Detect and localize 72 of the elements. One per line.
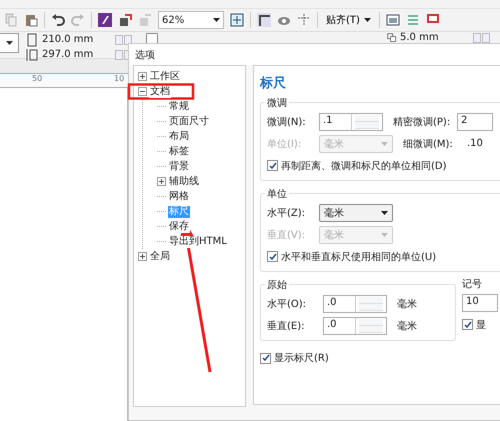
value-text: 毫米 — [397, 320, 417, 332]
expand-icon[interactable] — [138, 72, 147, 81]
tree-item[interactable]: 辅助线 — [168, 176, 200, 188]
checkbox[interactable] — [267, 160, 278, 171]
list-icon[interactable] — [406, 13, 420, 27]
ruler-label: 10 — [114, 74, 124, 83]
checkbox-label: 再制距离、微调和标尺的单位相同(D) — [281, 160, 447, 172]
value-text: .10 — [467, 138, 483, 149]
checkbox[interactable] — [462, 319, 473, 330]
checkbox-label: 显示标尺(R) — [274, 352, 329, 365]
import-icon[interactable] — [118, 13, 132, 27]
window-icon[interactable] — [386, 13, 400, 27]
expand-icon[interactable] — [157, 177, 166, 186]
field-label: 水平(Z): — [267, 206, 306, 220]
tree-item[interactable]: 布局 — [168, 130, 190, 142]
tree-item[interactable]: 导出到HTML — [168, 236, 228, 248]
expand-icon[interactable] — [138, 252, 147, 261]
tree-item[interactable]: 背景 — [168, 160, 190, 172]
number-spinner[interactable]: .1 — [319, 112, 383, 130]
tree-item[interactable]: 网格 — [168, 190, 190, 202]
field-label: 水平(O): — [267, 298, 308, 310]
field-label: 垂直(V): — [267, 228, 306, 242]
group-title: 记号 — [462, 277, 482, 291]
collapse-icon[interactable] — [138, 87, 147, 96]
tree-item[interactable]: 工作区 — [149, 70, 181, 82]
checkbox-label: 显 — [476, 318, 486, 332]
guidelines-icon[interactable] — [297, 13, 311, 27]
checkbox-label: 水平和垂直标尺使用相同的单位(U) — [281, 250, 436, 264]
tree-item[interactable]: 文档 — [149, 86, 171, 98]
caret-icon — [381, 232, 388, 236]
page-width-icon — [25, 33, 39, 47]
zoom-dropdown[interactable]: 62% — [158, 11, 224, 29]
ruler-label: 50 — [32, 74, 42, 83]
group-title: 单位 — [265, 187, 289, 201]
offset-field[interactable]: 5.0 mm — [400, 33, 490, 43]
group-title: 原始 — [265, 278, 289, 292]
caret-icon — [381, 142, 388, 146]
input-field[interactable]: 2 — [457, 112, 493, 130]
fit-page-icon[interactable] — [230, 13, 244, 27]
field-label: 精密微调(P): — [393, 116, 452, 128]
unit-dropdown[interactable]: 毫米 — [319, 204, 393, 222]
number-spinner[interactable]: .0 — [323, 316, 387, 334]
field-label: 细微调(M): — [403, 138, 454, 150]
checkbox[interactable] — [260, 352, 271, 364]
rulers-icon[interactable] — [257, 13, 271, 27]
input-field[interactable]: 10 — [462, 294, 498, 312]
undo-icon[interactable] — [51, 13, 65, 27]
field-label: 垂直(E): — [267, 320, 306, 332]
tree-item[interactable]: 全局 — [149, 250, 171, 262]
highlight-box — [128, 83, 194, 100]
field-label: 单位(I): — [267, 138, 302, 150]
width-field[interactable]: 210.0 mm — [42, 35, 132, 45]
page-height-icon — [25, 48, 39, 62]
caret-icon — [6, 41, 12, 45]
caret-icon — [381, 210, 388, 214]
page-heading: 标尺 — [260, 75, 287, 92]
snap-dropdown[interactable]: 贴齐(T) — [324, 13, 373, 27]
caret-icon — [364, 18, 371, 22]
caret-icon — [213, 18, 220, 22]
tree-item[interactable]: 标签 — [168, 146, 190, 158]
number-spinner[interactable]: .0 — [323, 294, 387, 312]
group-title: 微调 — [265, 96, 289, 110]
tree-item[interactable]: 保存 — [168, 220, 190, 232]
field-label: 微调(N): — [267, 116, 307, 128]
checkbox[interactable] — [267, 251, 278, 262]
paste-icon[interactable] — [24, 13, 38, 27]
preset-dropdown[interactable] — [0, 33, 19, 53]
value-text: 毫米 — [397, 298, 417, 310]
tree-item[interactable]: 常规 — [168, 100, 190, 112]
dialog-title: 选项 — [135, 48, 155, 62]
app-launcher-icon[interactable] — [98, 13, 112, 27]
tree-item[interactable]: 页面尺寸 — [168, 116, 210, 128]
